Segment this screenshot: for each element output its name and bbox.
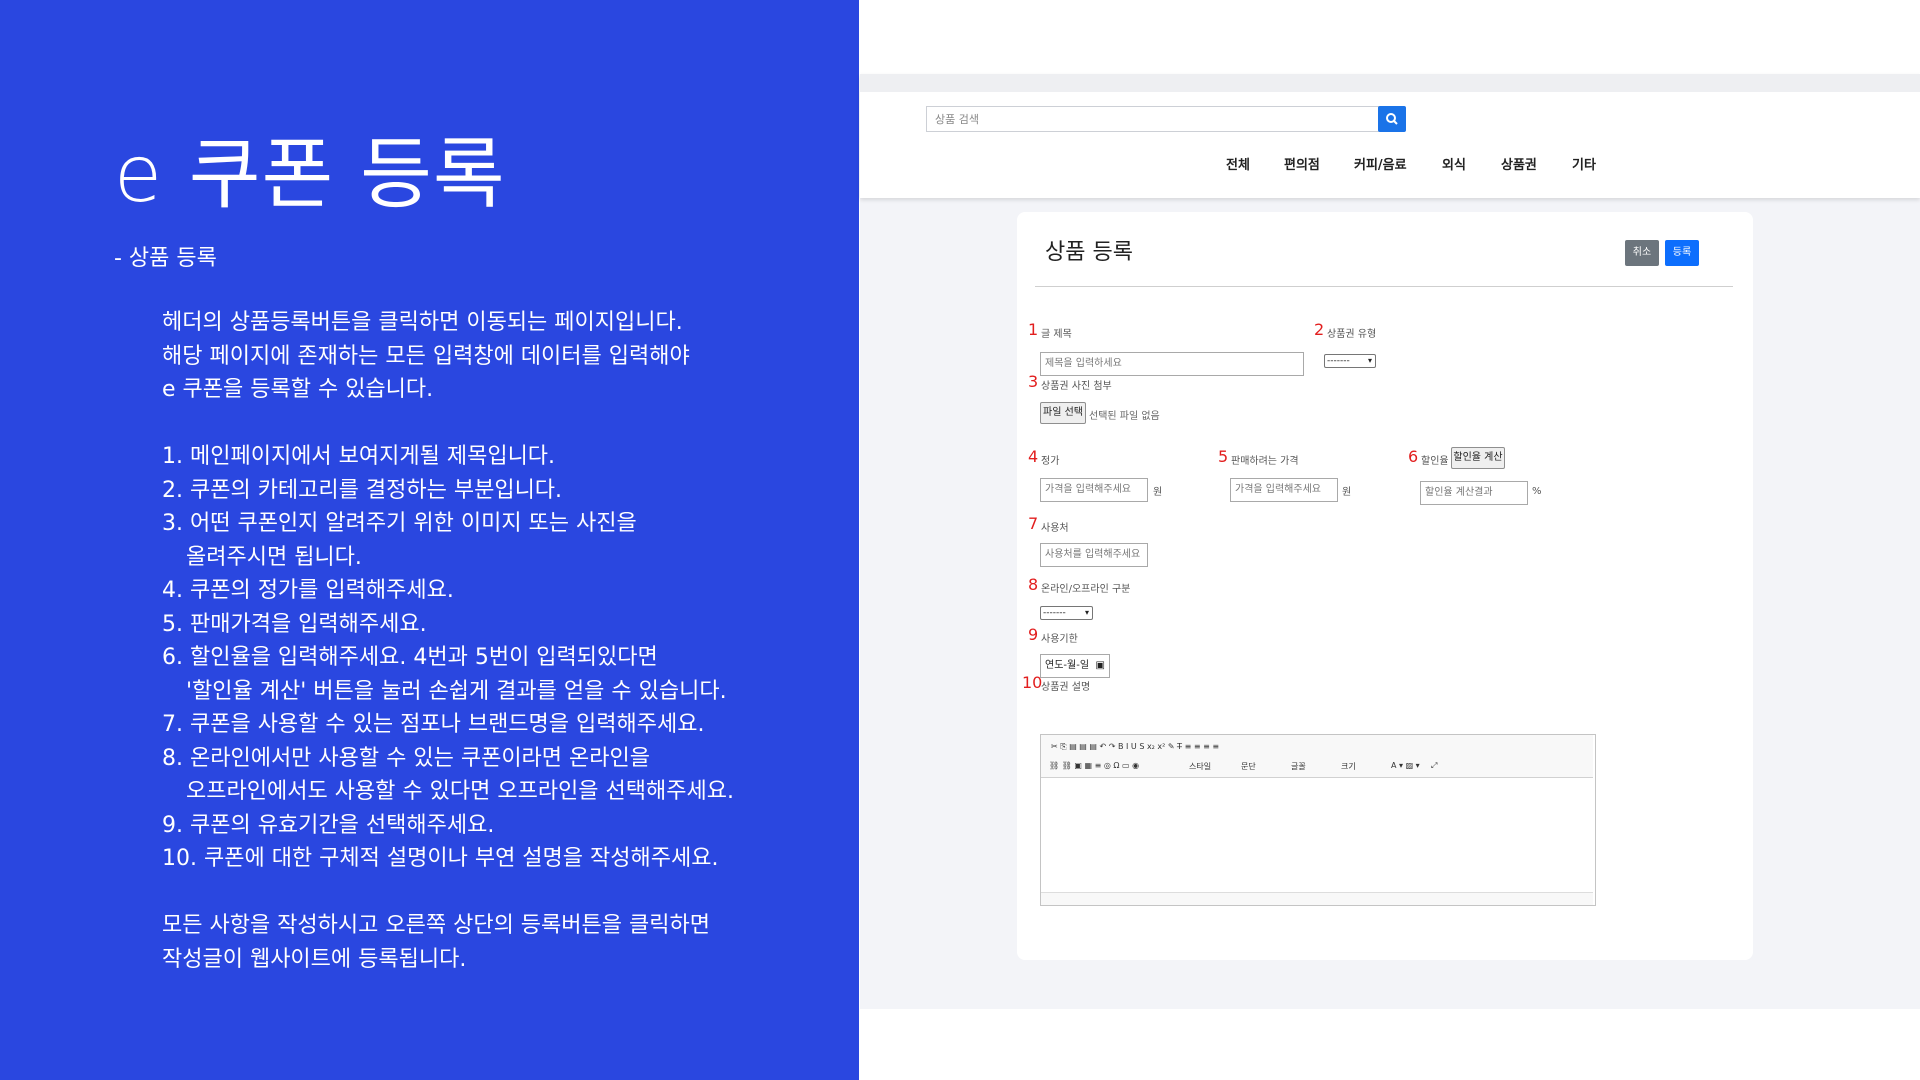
sale-price-unit: 원 xyxy=(1342,487,1352,498)
toolbar-row-1[interactable]: ✂ ⎘ ▤ ▤ ▤ ↶ ↷ B I U S x₂ x² ✎ T̶ ≡ ≡ ≡ ≡ xyxy=(1051,742,1219,752)
file-select-button[interactable]: 파일 선택 xyxy=(1040,402,1086,424)
search-button[interactable] xyxy=(1378,106,1406,132)
marker-5: 5 xyxy=(1218,447,1229,466)
outro-line: 작성글이 웹사이트에 등록됩니다. xyxy=(162,946,467,972)
intro-line: e 쿠폰을 등록할 수 있습니다. xyxy=(162,377,434,402)
step-line: 5. 판매가격을 입력해주세요. xyxy=(162,611,427,637)
step-line: 6. 할인율을 입력해주세요. 4번과 5번이 입력되있다면 xyxy=(162,645,658,670)
chevron-down-icon: ▾ xyxy=(1367,356,1372,365)
period-date-input[interactable]: 연도-월-일 ▣ xyxy=(1040,654,1110,678)
period-label: 사용기한 xyxy=(1041,634,1078,645)
intro-line: 해당 페이지에 존재하는 모든 입력창에 데이터를 입력해야 xyxy=(162,343,690,369)
desc-label: 상품권 설명 xyxy=(1041,682,1091,693)
submit-button[interactable]: 등록 xyxy=(1665,240,1699,266)
intro-line: 헤더의 상품등록버튼을 클릭하면 이동되는 페이지입니다. xyxy=(162,310,683,335)
price-unit: 원 xyxy=(1153,487,1163,498)
marker-10: 10 xyxy=(1022,673,1043,692)
step-line: 8. 온라인에서만 사용할 수 있는 쿠폰이라면 온라인을 xyxy=(162,745,650,771)
step-line: 10. 쿠폰에 대한 구체적 설명이나 부연 설명을 작성해주세요. xyxy=(162,846,719,871)
file-status: 선택된 파일 없음 xyxy=(1089,411,1160,422)
marker-3: 3 xyxy=(1028,372,1039,391)
slide-subtitle: - 상품 등록 xyxy=(114,246,217,271)
place-input[interactable]: 사용처를 입력해주세요 xyxy=(1040,543,1148,567)
format-select[interactable]: 문단 xyxy=(1241,761,1256,772)
size-select[interactable]: 크기 xyxy=(1341,761,1356,772)
nav-etc[interactable]: 기타 xyxy=(1572,154,1596,173)
type-select-value: ------- xyxy=(1327,356,1350,366)
nav-coffee[interactable]: 커피/음료 xyxy=(1354,154,1407,173)
divider xyxy=(1035,286,1733,287)
price-input[interactable]: 가격을 입력해주세요 xyxy=(1040,478,1148,502)
marker-4: 4 xyxy=(1028,447,1039,466)
maximize-icon[interactable]: ⤢ xyxy=(1431,761,1437,771)
online-select[interactable]: ------- ▾ xyxy=(1040,606,1093,620)
photo-label: 상품권 사진 첨부 xyxy=(1041,381,1112,392)
title-label: 글 제목 xyxy=(1041,329,1072,340)
place-label: 사용처 xyxy=(1041,523,1069,534)
discount-label: 할인율 xyxy=(1421,456,1449,467)
editor-toolbar: ✂ ⎘ ▤ ▤ ▤ ↶ ↷ B I U S x₂ x² ✎ T̶ ≡ ≡ ≡ ≡… xyxy=(1041,735,1593,778)
search-icon xyxy=(1386,113,1398,125)
calendar-icon: ▣ xyxy=(1095,660,1105,671)
marker-9: 9 xyxy=(1028,625,1039,644)
discount-calc-button[interactable]: 할인율 계산 xyxy=(1451,447,1505,469)
style-select[interactable]: 스타일 xyxy=(1189,761,1211,772)
search-input[interactable]: 상품 검색 xyxy=(926,106,1379,132)
slide-title: e 쿠폰 등록 xyxy=(114,130,506,220)
price-label: 정가 xyxy=(1041,456,1060,467)
step-line: 7. 쿠폰을 사용할 수 있는 점포나 브랜드명을 입력해주세요. xyxy=(162,712,705,737)
step-line: 2. 쿠폰의 카테고리를 결정하는 부분입니다. xyxy=(162,477,563,503)
editor-statusbar xyxy=(1041,892,1593,905)
marker-6: 6 xyxy=(1408,447,1419,466)
step-line: 3. 어떤 쿠폰인지 알려주기 위한 이미지 또는 사진을 xyxy=(162,511,637,536)
step-line: 오프라인에서도 사용할 수 있다면 오프라인을 선택해주세요. xyxy=(186,779,734,804)
title-input[interactable]: 제목을 입력하세요 xyxy=(1040,352,1304,376)
nav-all[interactable]: 전체 xyxy=(1226,154,1250,173)
type-label: 상품권 유형 xyxy=(1327,329,1377,340)
chevron-down-icon: ▾ xyxy=(1084,608,1089,617)
marker-1: 1 xyxy=(1028,320,1039,339)
online-select-value: ------- xyxy=(1043,608,1066,618)
slide-panel: e 쿠폰 등록 - 상품 등록 헤더의 상품등록버튼을 클릭하면 이동되는 페이… xyxy=(0,0,859,1080)
step-line: 1. 메인페이지에서 보여지게될 제목입니다. xyxy=(162,444,556,469)
registration-card: 상품 등록 취소 등록 1 글 제목 제목을 입력하세요 2 상품권 유형 --… xyxy=(1017,212,1753,960)
step-line: 9. 쿠폰의 유효기간을 선택해주세요. xyxy=(162,812,495,838)
description-editor[interactable]: ✂ ⎘ ▤ ▤ ▤ ↶ ↷ B I U S x₂ x² ✎ T̶ ≡ ≡ ≡ ≡… xyxy=(1040,734,1596,906)
toolbar-row-2[interactable]: ⛓ ⛓ ▣ ▦ ≡ ◎ Ω ▭ ◉ xyxy=(1049,761,1139,770)
sale-price-input[interactable]: 가격을 입력해주세요 xyxy=(1230,478,1338,502)
cancel-button[interactable]: 취소 xyxy=(1625,240,1659,266)
text-color-icon[interactable]: A ▾ ▨ ▾ xyxy=(1391,761,1420,770)
site-header: 상품 검색 전체 편의점 커피/음료 외식 상품권 기타 xyxy=(860,74,1920,198)
step-line: 4. 쿠폰의 정가를 입력해주세요. xyxy=(162,578,454,603)
registration-page-screenshot: 상품 검색 전체 편의점 커피/음료 외식 상품권 기타 상품 등록 취소 등록… xyxy=(860,74,1920,1009)
marker-2: 2 xyxy=(1314,320,1325,339)
type-select[interactable]: ------- ▾ xyxy=(1324,354,1376,368)
nav-convenience[interactable]: 편의점 xyxy=(1284,154,1320,173)
step-line: '할인율 계산' 버튼을 눌러 손쉽게 결과를 얻을 수 있습니다. xyxy=(186,678,727,704)
category-nav: 전체 편의점 커피/음료 외식 상품권 기타 xyxy=(860,154,1920,176)
font-select[interactable]: 글꼴 xyxy=(1291,761,1306,772)
marker-8: 8 xyxy=(1028,575,1039,594)
marker-7: 7 xyxy=(1028,514,1039,533)
step-line: 올려주시면 됩니다. xyxy=(186,544,362,570)
online-label: 온라인/오프라인 구분 xyxy=(1041,584,1131,595)
sale-price-label: 판매하려는 가격 xyxy=(1231,456,1299,467)
discount-input[interactable]: 할인율 계산결과 xyxy=(1420,481,1528,505)
nav-giftcard[interactable]: 상품권 xyxy=(1501,154,1537,173)
nav-dining[interactable]: 외식 xyxy=(1442,154,1466,173)
form-heading: 상품 등록 xyxy=(1045,240,1133,265)
discount-unit: % xyxy=(1532,486,1542,497)
outro-line: 모든 사항을 작성하시고 오른쪽 상단의 등록버튼을 클릭하면 xyxy=(162,913,710,938)
period-value: 연도-월-일 xyxy=(1045,660,1090,671)
slide-body: 헤더의 상품등록버튼을 클릭하면 이동되는 페이지입니다. 해당 페이지에 존재… xyxy=(162,306,852,976)
